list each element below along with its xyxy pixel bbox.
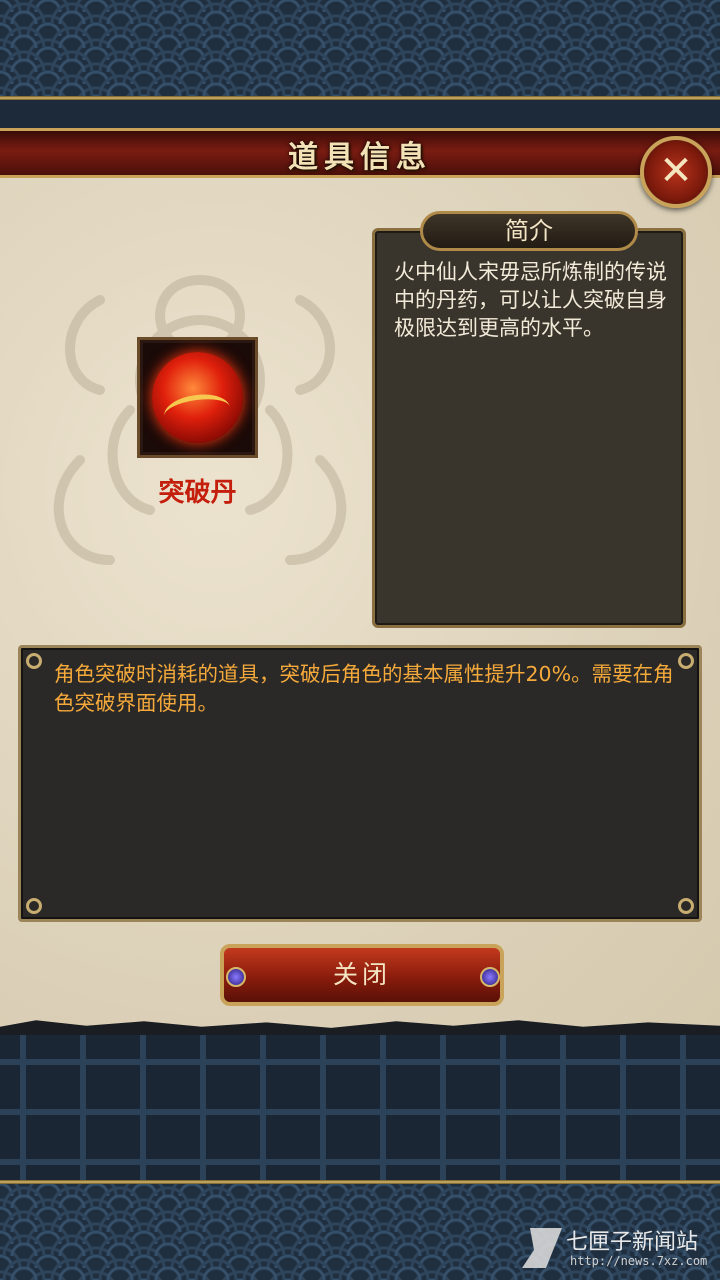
corner-ornament xyxy=(26,653,42,669)
watermark: 七匣子新闻站 http://news.7xz.com xyxy=(518,1222,718,1274)
close-x-icon[interactable]: ✕ xyxy=(640,136,712,208)
corner-ornament xyxy=(678,898,694,914)
corner-ornament xyxy=(26,898,42,914)
wave-background-top xyxy=(0,0,720,100)
close-button-label: 关闭 xyxy=(332,960,391,989)
gold-divider-top xyxy=(0,96,720,100)
corner-ornament xyxy=(678,653,694,669)
gem-icon xyxy=(480,967,500,987)
site-logo-icon xyxy=(522,1228,562,1268)
gem-icon xyxy=(226,967,246,987)
intro-text: 火中仙人宋毋忌所炼制的传说中的丹药，可以让人突破自身极限达到更高的水平。 xyxy=(394,260,667,340)
watermark-url: http://news.7xz.com xyxy=(570,1254,708,1268)
dialog-title: 道具信息 xyxy=(288,140,432,175)
item-icon-frame xyxy=(137,337,258,458)
intro-header: 简介 xyxy=(420,211,638,251)
item-name: 突破丹 xyxy=(158,478,237,508)
watermark-title: 七匣子新闻站 xyxy=(566,1230,699,1255)
close-button[interactable]: 关闭 xyxy=(220,944,504,1006)
description-text: 角色突破时消耗的道具，突破后角色的基本属性提升20%。需要在角色突破界面使用。 xyxy=(54,662,674,715)
meander-pattern-background xyxy=(0,1035,720,1185)
